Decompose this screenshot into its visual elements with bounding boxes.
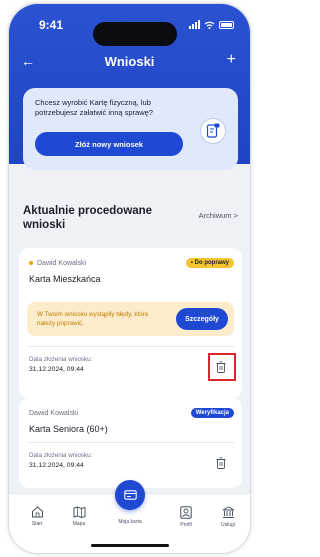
error-warning: W Twoim wniosku wystąpiły błędy, które n…: [27, 302, 234, 336]
tab-label: Profil: [180, 522, 192, 528]
profile-icon: [180, 506, 192, 519]
applicant-name: Dawid Kowalski: [29, 410, 79, 417]
archive-link[interactable]: Archiwum >: [199, 211, 238, 220]
tab-start[interactable]: Start: [17, 506, 57, 527]
date-label: Data złożenia wniosku:: [29, 356, 93, 363]
document-card-icon: [200, 118, 226, 144]
divider: [27, 346, 234, 347]
promo-text: Chcesz wyrobić Kartę fizyczną, lub potrz…: [35, 98, 153, 117]
tab-map[interactable]: Mapa: [59, 506, 99, 527]
status-badge: Weryfikacja: [190, 408, 234, 418]
tab-label: Start: [31, 521, 43, 527]
home-indicator: [91, 544, 169, 547]
map-icon: [73, 506, 85, 518]
application-title: Karta Seniora (60+): [29, 424, 108, 434]
plus-icon[interactable]: +: [227, 51, 236, 69]
tab-label: Usługi: [221, 522, 235, 528]
section-title: Aktualnie procedowane wnioski: [23, 205, 153, 231]
wifi-icon: [204, 21, 215, 29]
tab-label: Mapa: [72, 521, 86, 527]
tab-services[interactable]: Usługi: [208, 506, 248, 528]
tab-profile[interactable]: Profil: [166, 506, 206, 528]
new-application-button[interactable]: Złóż nowy wniosek: [35, 132, 183, 156]
details-button[interactable]: Szczegóły: [176, 308, 228, 330]
status-time: 9:41: [39, 18, 64, 32]
applicant-name: Dawid Kowalski: [29, 260, 86, 267]
bottom-tab-bar: Start Mapa Moja karta Profil Usługi: [9, 480, 250, 553]
dynamic-island: [93, 22, 177, 46]
bank-icon: [222, 506, 234, 518]
divider: [27, 442, 234, 443]
trash-icon[interactable]: [214, 455, 228, 471]
application-card[interactable]: Dawid Kowalski • Do poprawy Karta Mieszk…: [19, 248, 242, 398]
application-title: Karta Mieszkańca: [29, 274, 101, 284]
submission-date: 31.12.2024, 09:44: [29, 366, 84, 373]
applicant-name-text: Dawid Kowalski: [37, 260, 87, 267]
tab-label[interactable]: Moja karta: [107, 519, 153, 525]
submission-date: 31.12.2024, 09:44: [29, 462, 84, 469]
page-title: Wnioski: [104, 54, 155, 69]
new-application-promo: Chcesz wyrobić Kartę fizyczną, lub potrz…: [23, 88, 238, 170]
home-icon: [31, 506, 43, 518]
status-dot: [29, 261, 33, 266]
date-label: Data złożenia wniosku:: [29, 452, 93, 459]
signal-icon: [189, 20, 200, 29]
status-bar: 9:41: [9, 18, 250, 46]
application-card[interactable]: Dawid Kowalski Weryfikacja Karta Seniora…: [19, 398, 242, 488]
warning-text: W Twoim wniosku wystąpiły błędy, które n…: [37, 311, 149, 327]
phone-frame: 9:41 ← Wnioski + Chcesz wyrobić Kartę fi…: [8, 3, 251, 554]
battery-icon: [219, 20, 234, 29]
nav-bar: ← Wnioski +: [9, 51, 250, 75]
status-icons: [189, 20, 234, 29]
status-badge: • Do poprawy: [185, 258, 234, 268]
card-icon[interactable]: [115, 480, 145, 510]
trash-icon[interactable]: [214, 359, 228, 375]
